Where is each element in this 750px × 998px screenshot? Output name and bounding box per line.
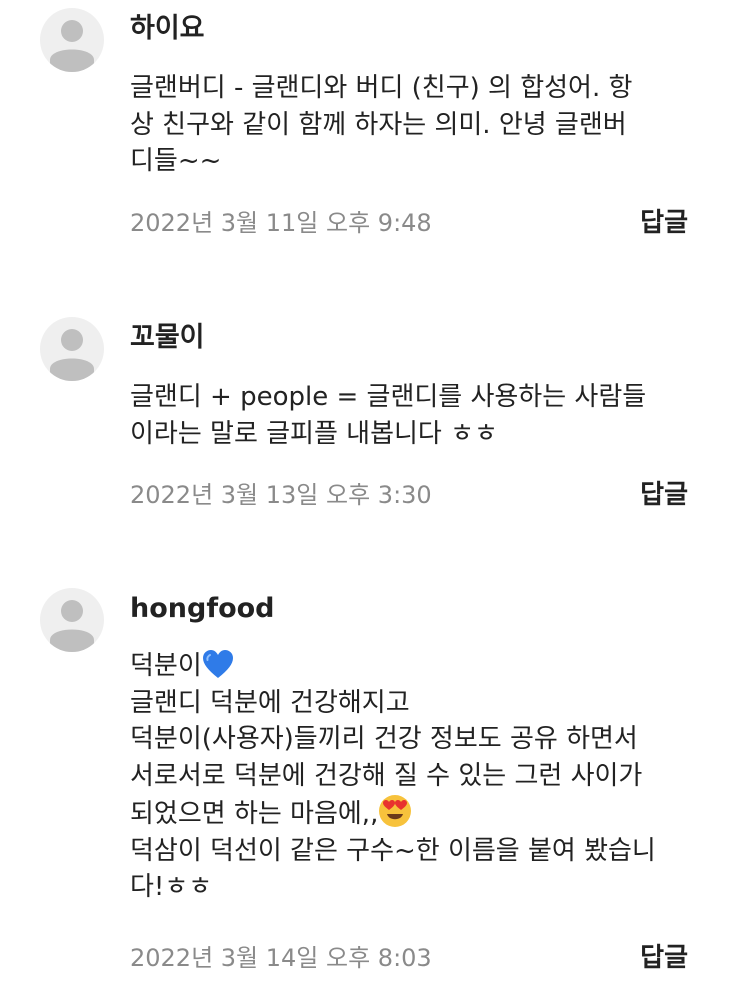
avatar[interactable] — [40, 317, 104, 381]
comment-line: 다!ㅎㅎ — [130, 872, 213, 902]
comment-line-text: 덕분이 — [130, 651, 202, 681]
comment-line: 상 친구와 같이 함께 하자는 의미. 안녕 글랜버 — [130, 109, 627, 140]
user-silhouette-icon — [50, 600, 94, 652]
comment-line: 글랜버디 - 글랜디와 버디 (친구) 의 합성어. 항 — [130, 73, 633, 103]
comment-line: 글랜디 + people = 글랜디를 사용하는 사람들 — [130, 382, 647, 412]
comment-body: 덕분이 글랜디 덕분에 건강해지고 덕분이(사용자)들끼리 건강 정보도 공유 … — [130, 648, 710, 906]
reply-button[interactable]: 답글 — [640, 208, 688, 238]
comment-timestamp: 2022년 3월 14일 오후 8:03 — [130, 944, 432, 972]
reply-button[interactable]: 답글 — [640, 943, 688, 973]
comment-line: 덕분이(사용자)들끼리 건강 정보도 공유 하면서 — [130, 724, 638, 754]
comment-author[interactable]: hongfood — [130, 592, 275, 626]
comment-line: 이라는 말로 글피플 내봅니다 ㅎㅎ — [130, 418, 498, 449]
comment-author[interactable]: 꼬물이 — [130, 321, 205, 355]
avatar[interactable] — [40, 588, 104, 652]
blue-heart-icon — [202, 650, 233, 678]
comment-line: 덕삼이 덕선이 같은 구수~한 이름을 붙여 봤습니 — [130, 835, 656, 866]
comment-line: 덕분이 — [130, 648, 710, 685]
comment-line: 디들~~ — [130, 146, 222, 176]
comment-body: 글랜버디 - 글랜디와 버디 (친구) 의 합성어. 항 상 친구와 같이 함께… — [130, 70, 710, 180]
avatar[interactable] — [40, 8, 104, 72]
comment-line-text: 되었으면 하는 마음에,, — [130, 799, 379, 829]
user-silhouette-icon — [50, 20, 94, 72]
comment-body: 글랜디 + people = 글랜디를 사용하는 사람들 이라는 말로 글피플 … — [130, 379, 710, 452]
user-silhouette-icon — [50, 329, 94, 381]
comment-line: 되었으면 하는 마음에,, — [130, 794, 710, 833]
heart-eyes-emoji-icon — [379, 795, 412, 827]
comment-timestamp: 2022년 3월 11일 오후 9:48 — [130, 209, 432, 237]
comment-timestamp: 2022년 3월 13일 오후 3:30 — [130, 481, 432, 509]
comment-line: 글랜디 덕분에 건강해지고 — [130, 687, 410, 718]
comment-line: 서로서로 덕분에 건강해 질 수 있는 그런 사이가 — [130, 760, 643, 791]
reply-button[interactable]: 답글 — [640, 480, 688, 510]
comment-author[interactable]: 하이요 — [130, 12, 205, 46]
